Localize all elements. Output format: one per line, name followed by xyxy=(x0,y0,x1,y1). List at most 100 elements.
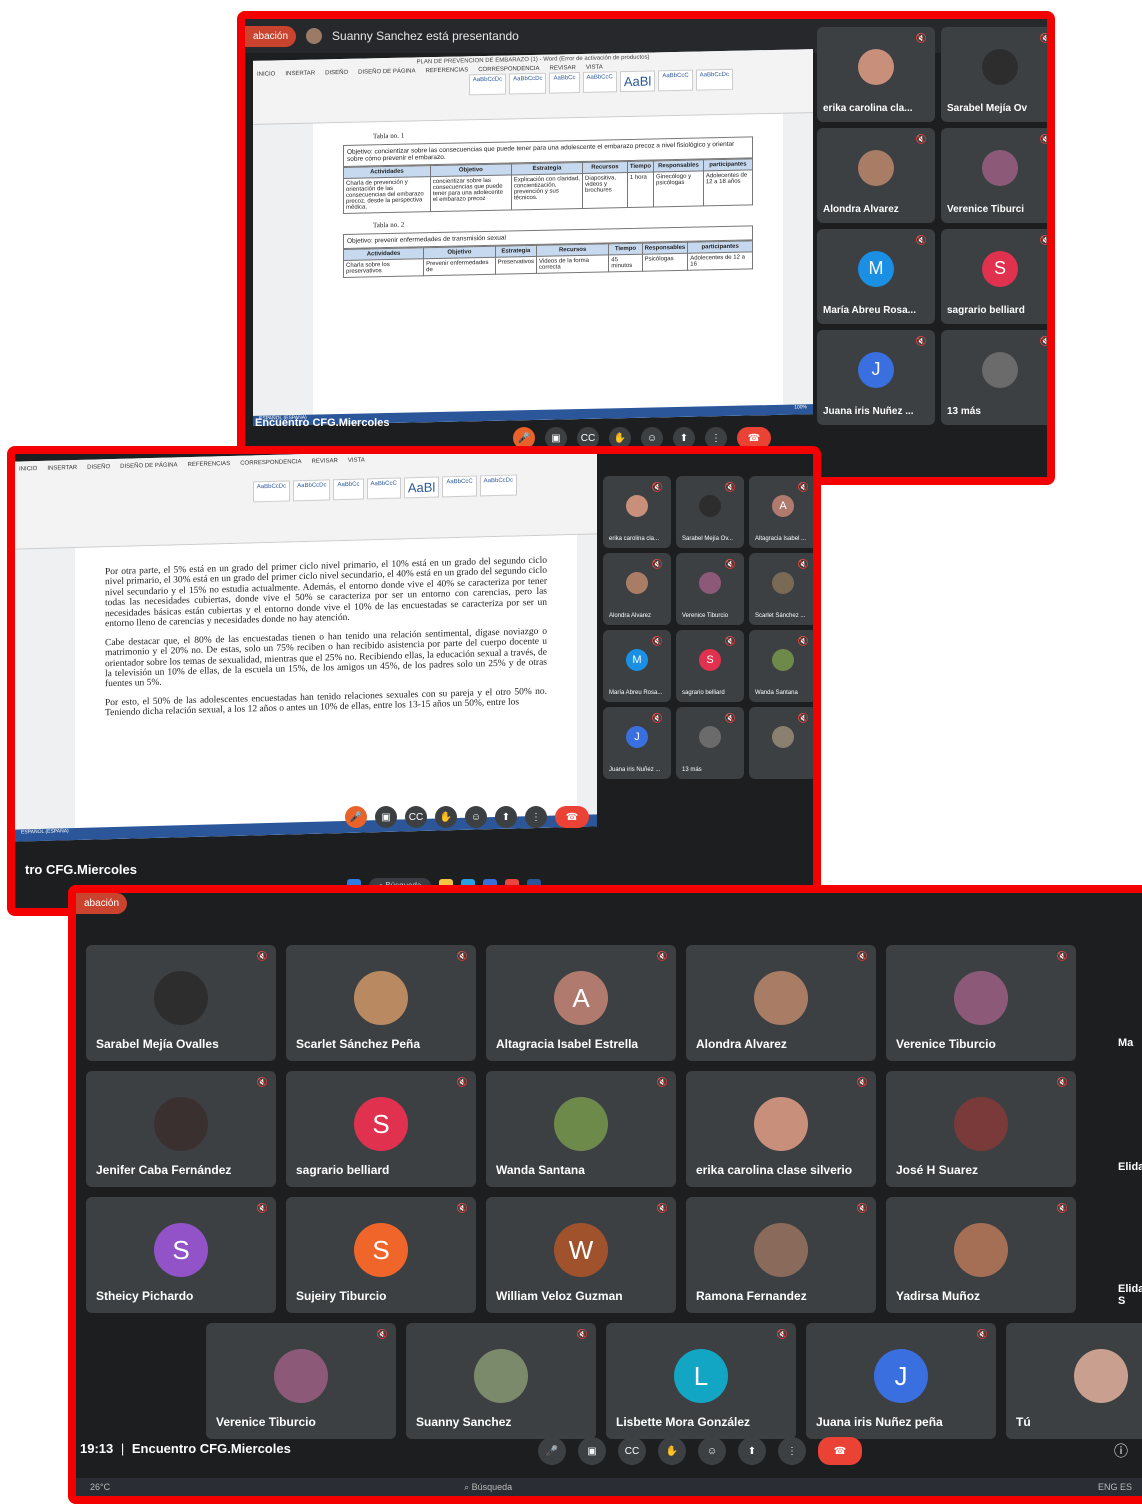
ribbon-tab[interactable]: REVISAR xyxy=(550,65,576,72)
participant-tile[interactable]: 🔇 A Altagracia Isabel Estrella xyxy=(486,945,676,1061)
captions-button[interactable]: CC xyxy=(618,1437,646,1465)
style-item[interactable]: AaBbCcC xyxy=(658,69,693,92)
info-icon[interactable]: ⓘ xyxy=(1114,1441,1128,1461)
camera-button[interactable]: ▣ xyxy=(375,806,397,828)
participant-tile[interactable]: 🔇 Alondra Alvarez xyxy=(817,128,935,223)
mic-off-icon: 🔇 xyxy=(776,1329,788,1339)
participant-name: Sarabel Mejía Ov xyxy=(947,103,1028,114)
participant-tile[interactable]: 🔇 Verenice Tiburci xyxy=(941,128,1047,223)
emoji-button[interactable]: ☺ xyxy=(698,1437,726,1465)
participant-tile[interactable]: 🔇 Verenice Tiburcio xyxy=(886,945,1076,1061)
emoji-button[interactable]: ☺ xyxy=(465,806,487,828)
participant-tile[interactable]: 🔇 erika carolina cla... xyxy=(603,476,671,548)
participant-avatar: L xyxy=(674,1349,728,1404)
style-item[interactable]: AaBbCcC xyxy=(366,477,401,500)
participant-tile[interactable]: 🔇 J Juana iris Nuñez ... xyxy=(603,707,671,779)
participant-tile[interactable]: 🔇 Sarabel Mejía Ovalles xyxy=(86,945,276,1061)
participant-tile[interactable]: 🔇 Ssagrario belliard xyxy=(286,1071,476,1187)
participant-tile[interactable]: 🔇 xyxy=(749,707,813,779)
participant-tile[interactable]: 🔇 Wanda Santana xyxy=(749,630,813,702)
participant-tile[interactable]: 🔇 S Stheicy Pichardo xyxy=(86,1197,276,1313)
leave-call-button[interactable]: ☎ xyxy=(818,1437,862,1465)
style-item[interactable]: AaBbCc xyxy=(333,478,364,501)
leave-call-button[interactable]: ☎ xyxy=(555,806,589,828)
present-button[interactable]: ⬆ xyxy=(738,1437,766,1465)
style-item[interactable]: AaBbCcDc xyxy=(293,479,331,502)
participant-tile[interactable]: 🔇 Yadirsa Muñoz xyxy=(886,1197,1076,1313)
ribbon-tab[interactable]: INICIO xyxy=(19,466,37,472)
participant-tile[interactable]: 🔇 Verenice Tiburcio xyxy=(206,1323,396,1439)
ribbon-tab[interactable]: VISTA xyxy=(586,65,603,71)
participant-tile[interactable]: 🔇 Ssagrario belliard xyxy=(676,630,744,702)
mic-off-icon: 🔇 xyxy=(576,1329,588,1339)
style-item[interactable]: AaBbCcDc xyxy=(468,73,507,96)
participant-tile[interactable]: 🔇 Alondra Alvarez xyxy=(603,553,671,625)
participant-tile[interactable]: 🔇 erika carolina clase silverio xyxy=(686,1071,876,1187)
taskbar-search[interactable]: ⌕ Búsqueda xyxy=(464,1482,512,1493)
participant-tile[interactable]: 🔇Tú xyxy=(1006,1323,1142,1439)
ribbon-tab[interactable]: INSERTAR xyxy=(285,71,315,78)
ribbon-tab[interactable]: REFERENCIAS xyxy=(188,461,231,468)
participant-tile[interactable]: 🔇 Scarlet Sánchez Peña xyxy=(286,945,476,1061)
ribbon-tab[interactable]: REVISAR xyxy=(312,458,338,465)
participant-name: sagrario belliard xyxy=(682,690,725,696)
participant-tile[interactable]: 🔇 Scarlet Sánchez ... xyxy=(749,553,813,625)
style-item[interactable]: AaBbCcDc xyxy=(252,480,291,503)
participant-tile[interactable]: 🔇 13 más xyxy=(676,707,744,779)
style-item[interactable]: AaBbCcDc xyxy=(509,72,547,95)
raise-hand-button[interactable]: ✋ xyxy=(435,806,457,828)
style-item[interactable]: AaBl xyxy=(403,476,440,499)
participant-tile[interactable]: 🔇 A Altagracia Isabel ... xyxy=(749,476,813,548)
meeting-info: 19:13 | Encuentro CFG.Miercoles xyxy=(80,1441,291,1456)
mic-button[interactable]: 🎤 xyxy=(538,1437,566,1465)
participant-tile[interactable]: 🔇 José H Suarez xyxy=(886,1071,1076,1187)
participant-tile[interactable]: 🔇 Ramona Fernandez xyxy=(686,1197,876,1313)
ribbon-tab[interactable]: REFERENCIAS xyxy=(426,67,469,74)
participant-name: Scarlet Sánchez ... xyxy=(755,613,806,619)
style-item[interactable]: AaBbCcDc xyxy=(695,68,733,91)
more-options-button[interactable]: ⋮ xyxy=(778,1437,806,1465)
mic-off-button[interactable]: 🎤 xyxy=(345,806,367,828)
meeting-separator: | xyxy=(120,1441,125,1456)
participant-tile[interactable]: 🔇 M María Abreu Rosa... xyxy=(603,630,671,702)
participant-name: Wanda Santana xyxy=(496,1163,585,1177)
ribbon-tab[interactable]: VISTA xyxy=(348,457,365,463)
participant-tile[interactable]: 🔇 Verenice Tiburcio xyxy=(676,553,744,625)
participant-tile[interactable]: 🔇 Sarabel Mejía Ov... xyxy=(676,476,744,548)
more-options-button[interactable]: ⋮ xyxy=(525,806,547,828)
ribbon-tab[interactable]: INICIO xyxy=(257,71,275,77)
style-item[interactable]: AaBbCcC xyxy=(582,71,617,93)
ribbon-tab[interactable]: DISEÑO xyxy=(325,70,348,76)
ribbon-tab[interactable]: CORRESPONDENCIA xyxy=(240,459,301,467)
style-item[interactable]: AaBbCc xyxy=(549,72,580,94)
participant-tile[interactable]: 🔇 erika carolina cla... xyxy=(817,27,935,122)
participant-tile[interactable]: 🔇 Jenifer Caba Fernández xyxy=(86,1071,276,1187)
participant-tile[interactable]: 🔇 J Juana iris Nuñez peña xyxy=(806,1323,996,1439)
participant-tile[interactable]: 🔇 S Sujeiry Tiburcio xyxy=(286,1197,476,1313)
mic-off-icon: 🔇 xyxy=(456,1077,468,1087)
participant-tile[interactable]: 🔇 13 más xyxy=(941,330,1047,425)
participant-tile[interactable]: 🔇 Wanda Santana xyxy=(486,1071,676,1187)
camera-button[interactable]: ▣ xyxy=(578,1437,606,1465)
participant-avatar xyxy=(954,1223,1008,1278)
recording-badge: abación xyxy=(76,893,128,914)
participant-tile[interactable]: 🔇 Alondra Alvarez xyxy=(686,945,876,1061)
participant-avatar: W xyxy=(554,1223,608,1278)
ribbon-tab[interactable]: DISEÑO DE PÁGINA xyxy=(358,68,415,75)
ribbon-tab[interactable]: INSERTAR xyxy=(47,465,77,472)
style-item[interactable]: AaBbCcDc xyxy=(479,474,517,497)
ribbon-tab[interactable]: DISEÑO DE PÁGINA xyxy=(120,462,177,470)
participant-tile[interactable]: 🔇 Sarabel Mejía Ov xyxy=(941,27,1047,122)
participant-tile[interactable]: 🔇 Ssagrario belliard xyxy=(941,229,1047,324)
participant-tile[interactable]: 🔇 L Lisbette Mora González xyxy=(606,1323,796,1439)
raise-hand-button[interactable]: ✋ xyxy=(658,1437,686,1465)
style-item[interactable]: AaBl xyxy=(619,70,656,93)
ribbon-tab[interactable]: DISEÑO xyxy=(87,464,110,471)
captions-button[interactable]: CC xyxy=(405,806,427,828)
participant-tile[interactable]: 🔇 M María Abreu Rosa... xyxy=(817,229,935,324)
participant-tile[interactable]: 🔇 J Juana iris Nuñez ... xyxy=(817,330,935,425)
present-button[interactable]: ⬆ xyxy=(495,806,517,828)
style-item[interactable]: AaBbCcC xyxy=(442,475,477,498)
participant-tile[interactable]: 🔇 W William Veloz Guzman xyxy=(486,1197,676,1313)
participant-tile[interactable]: 🔇 Suanny Sanchez xyxy=(406,1323,596,1439)
